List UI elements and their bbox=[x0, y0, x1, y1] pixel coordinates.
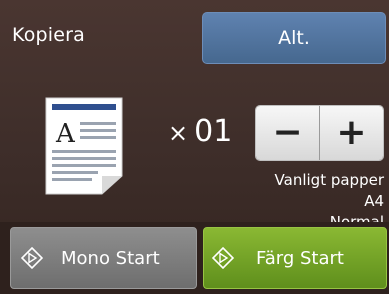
screen-title: Kopiera bbox=[12, 24, 86, 46]
mono-start-label: Mono Start bbox=[61, 247, 160, 269]
paper-size-value: A4 bbox=[364, 192, 384, 210]
document-preview-icon: A bbox=[45, 97, 123, 195]
multiply-sign: × bbox=[168, 119, 189, 147]
color-start-label: Färg Start bbox=[256, 247, 344, 269]
options-button[interactable]: Alt. bbox=[202, 12, 386, 64]
color-start-button[interactable]: Färg Start bbox=[203, 227, 387, 289]
decrease-button[interactable]: − bbox=[256, 106, 320, 160]
start-diamond-icon bbox=[212, 247, 234, 269]
svg-text:A: A bbox=[55, 119, 76, 149]
copy-count: 01 bbox=[194, 114, 233, 149]
copy-count-stepper: − + bbox=[255, 105, 384, 161]
copy-screen: Kopiera Alt. A × 01 − + Vanligt papper A… bbox=[0, 0, 389, 294]
increase-button[interactable]: + bbox=[320, 106, 383, 160]
copy-count-display: × 01 bbox=[168, 114, 232, 149]
mono-start-button[interactable]: Mono Start bbox=[10, 227, 197, 289]
paper-type-value: Vanligt papper bbox=[274, 171, 384, 189]
start-diamond-icon bbox=[21, 247, 43, 269]
